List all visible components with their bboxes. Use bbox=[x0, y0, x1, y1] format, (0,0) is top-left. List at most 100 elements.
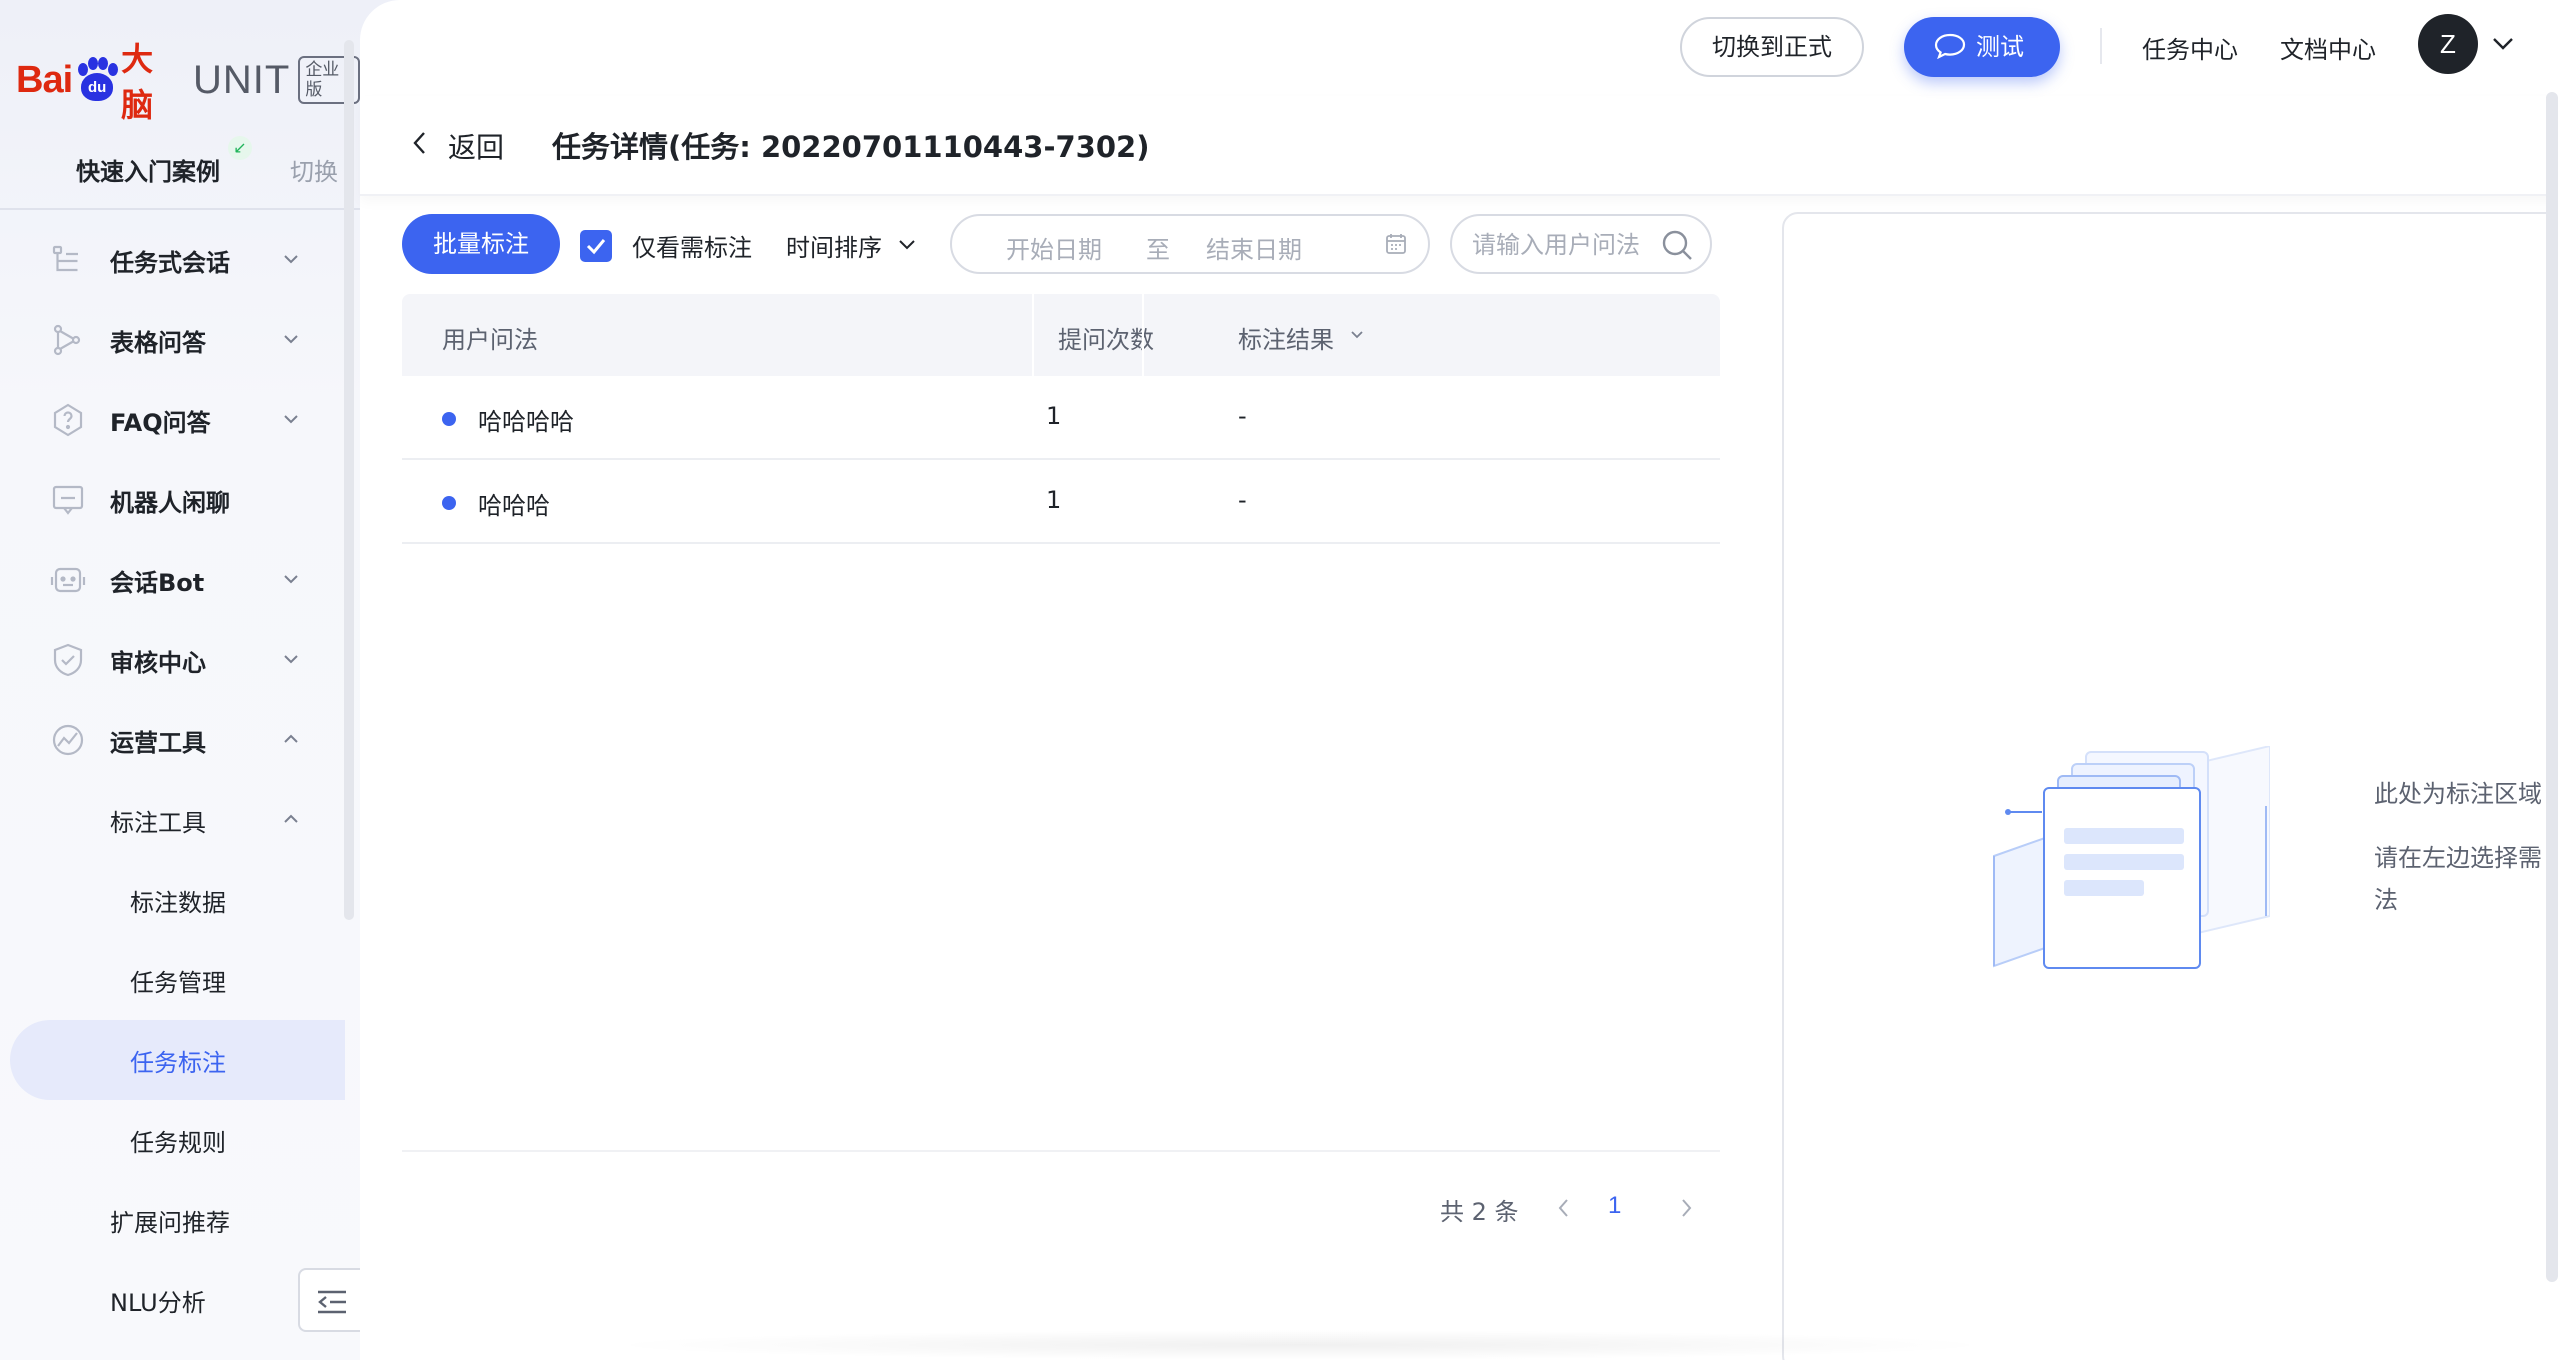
doc-center-link[interactable]: 文档中心 bbox=[2280, 30, 2376, 65]
user-query-search[interactable] bbox=[1450, 214, 1712, 274]
chevron-down-icon[interactable] bbox=[898, 238, 916, 252]
chevron-down-icon bbox=[284, 575, 298, 584]
empty-hint-line2: 请在左边选择需 bbox=[2374, 844, 2542, 872]
baidu-paw-icon: du bbox=[74, 57, 119, 103]
task-center-link[interactable]: 任务中心 bbox=[2142, 30, 2238, 65]
column-divider bbox=[1142, 294, 1144, 376]
sidebar-item-label: FAQ问答 bbox=[110, 408, 211, 437]
project-status-icon: ↙ bbox=[228, 136, 252, 160]
sidebar-item-label-tools[interactable]: 标注工具 bbox=[0, 780, 345, 860]
only-need-label-checkbox[interactable] bbox=[580, 230, 612, 262]
sort-dropdown[interactable]: 时间排序 bbox=[786, 228, 882, 263]
switch-to-formal-button[interactable]: 切换到正式 bbox=[1680, 17, 1864, 77]
user-avatar[interactable]: Z bbox=[2418, 14, 2478, 74]
count-cell: 1 bbox=[1046, 486, 1062, 514]
empty-hint-line3: 法 bbox=[2374, 886, 2398, 914]
empty-hint-line1: 此处为标注区域 bbox=[2374, 780, 2542, 808]
chevron-down-icon bbox=[284, 335, 298, 344]
table-qa-icon bbox=[53, 324, 81, 356]
sidebar-item-label: 运营工具 bbox=[110, 728, 206, 757]
pager-total: 共 2 条 bbox=[1440, 1198, 1519, 1226]
pager-next-icon[interactable] bbox=[1678, 1196, 1694, 1220]
result-cell: - bbox=[1238, 486, 1247, 514]
sidebar-item-expand-recommend[interactable]: 扩展问推荐 bbox=[0, 1180, 345, 1260]
query-table: 用户问法 提问次数 标注结果 哈哈哈哈 1 - 哈哈哈 1 - bbox=[402, 294, 1720, 544]
search-input[interactable] bbox=[1472, 228, 1662, 262]
search-icon[interactable] bbox=[1660, 228, 1694, 262]
sidebar-item-task-manage[interactable]: 任务管理 bbox=[0, 940, 345, 1020]
table-divider bbox=[402, 1150, 1720, 1152]
empty-state-illustration bbox=[1993, 746, 2270, 969]
logo-bai-text: Bai bbox=[16, 58, 73, 101]
sidebar-item-chitchat[interactable]: 机器人闲聊 bbox=[0, 460, 345, 540]
sidebar-item-label: 会话Bot bbox=[110, 568, 205, 597]
ops-tools-icon bbox=[52, 724, 84, 756]
bot-icon bbox=[50, 567, 86, 593]
sidebar-nav: 任务式会话 表格问答 FAQ问答 机器人闲聊 会话Bot 审核中心 运营工具 标… bbox=[0, 220, 345, 1340]
column-divider bbox=[1032, 294, 1034, 376]
chat-bubble-icon bbox=[52, 485, 84, 515]
project-switch-link[interactable]: 切换 bbox=[290, 152, 338, 187]
sidebar-collapse-button[interactable] bbox=[298, 1268, 360, 1332]
sidebar-item-task-rules[interactable]: 任务规则 bbox=[0, 1100, 345, 1180]
sidebar: Bai du 大脑 UNIT 企业版 快速入门案例 切换 ↙ 任务式会话 表格问… bbox=[0, 0, 360, 1360]
shield-icon bbox=[53, 643, 83, 677]
page-title: 任务详情(任务: 20220701110443-7302) bbox=[552, 130, 1150, 164]
project-selector: 快速入门案例 切换 bbox=[0, 130, 360, 210]
only-need-label-text[interactable]: 仅看需标注 bbox=[632, 228, 752, 263]
sidebar-item-review[interactable]: 审核中心 bbox=[0, 620, 345, 700]
chevron-down-icon bbox=[284, 255, 298, 264]
batch-label-button[interactable]: 批量标注 bbox=[402, 214, 560, 274]
task-dialog-icon bbox=[52, 245, 78, 272]
test-button[interactable]: 测试 bbox=[1904, 17, 2060, 77]
column-header-count: 提问次数 bbox=[1058, 326, 1154, 354]
table-row[interactable]: 哈哈哈 1 - bbox=[402, 460, 1720, 544]
logo-dana-text: 大脑 bbox=[121, 40, 154, 124]
sidebar-item-label: 机器人闲聊 bbox=[110, 488, 230, 517]
chat-icon bbox=[1934, 33, 1966, 59]
end-date-input[interactable]: 结束日期 bbox=[1206, 230, 1302, 265]
sidebar-item-table-qa[interactable]: 表格问答 bbox=[0, 300, 345, 380]
brand-logo[interactable]: Bai du 大脑 UNIT 企业版 bbox=[16, 40, 360, 124]
sidebar-item-label: 任务式会话 bbox=[110, 248, 230, 277]
sidebar-item-bot[interactable]: 会话Bot bbox=[0, 540, 345, 620]
sidebar-item-label: 标注工具 bbox=[110, 808, 206, 837]
chevron-up-icon bbox=[284, 814, 298, 823]
start-date-input[interactable]: 开始日期 bbox=[1006, 230, 1102, 265]
sidebar-item-label: 审核中心 bbox=[110, 648, 206, 677]
back-chevron-icon[interactable] bbox=[412, 130, 428, 156]
table-header: 用户问法 提问次数 标注结果 bbox=[402, 294, 1720, 376]
logo-unit-text: UNIT bbox=[192, 57, 291, 102]
chevron-down-icon[interactable] bbox=[2492, 36, 2514, 52]
date-separator: 至 bbox=[1146, 236, 1170, 264]
sidebar-item-label: 任务规则 bbox=[130, 1128, 226, 1157]
logo-du-text: du bbox=[87, 79, 107, 96]
status-dot bbox=[442, 496, 456, 510]
chevron-down-icon bbox=[284, 655, 298, 664]
sidebar-item-ops-tools[interactable]: 运营工具 bbox=[0, 700, 345, 780]
footer-shadow bbox=[600, 1330, 2000, 1360]
column-header-result[interactable]: 标注结果 bbox=[1238, 320, 1334, 355]
sidebar-item-faq[interactable]: FAQ问答 bbox=[0, 380, 345, 460]
result-cell: - bbox=[1238, 402, 1247, 430]
sidebar-item-label: NLU分析 bbox=[110, 1288, 206, 1317]
sidebar-item-task-dialog[interactable]: 任务式会话 bbox=[0, 220, 345, 300]
date-range-picker[interactable]: 开始日期 至 结束日期 bbox=[950, 214, 1430, 274]
sidebar-item-label: 标注数据 bbox=[130, 888, 226, 917]
sidebar-scrollbar[interactable] bbox=[344, 40, 354, 920]
back-link[interactable]: 返回 bbox=[448, 126, 504, 166]
chevron-down-icon[interactable] bbox=[1350, 330, 1364, 340]
sidebar-item-label: 扩展问推荐 bbox=[110, 1208, 230, 1237]
column-header-query: 用户问法 bbox=[442, 326, 538, 354]
sidebar-item-label: 任务管理 bbox=[130, 968, 226, 997]
table-row[interactable]: 哈哈哈哈 1 - bbox=[402, 376, 1720, 460]
sidebar-item-nlu-analysis[interactable]: NLU分析 bbox=[0, 1260, 345, 1340]
sidebar-item-task-labeling[interactable]: 任务标注 bbox=[10, 1020, 345, 1100]
project-name: 快速入门案例 bbox=[76, 158, 220, 186]
pager-current-page[interactable]: 1 bbox=[1608, 1192, 1621, 1220]
top-divider bbox=[2100, 28, 2102, 64]
right-scrollbar[interactable] bbox=[2546, 92, 2558, 1282]
content-corner bbox=[360, 0, 400, 40]
pager-prev-icon[interactable] bbox=[1556, 1196, 1572, 1220]
sidebar-item-label-data[interactable]: 标注数据 bbox=[0, 860, 345, 940]
